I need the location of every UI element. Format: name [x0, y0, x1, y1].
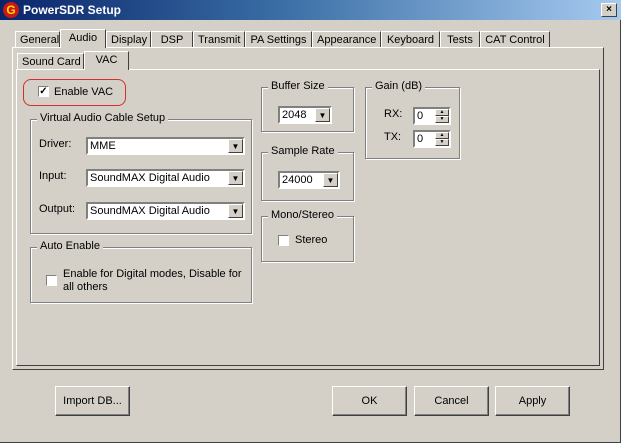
auto-enable-checkbox[interactable] — [46, 275, 57, 286]
import-db-button[interactable]: Import DB... — [55, 386, 130, 416]
subtab-sound-card[interactable]: Sound Card — [17, 53, 84, 69]
tab-general[interactable]: General — [15, 31, 60, 47]
rx-gain-value: 0 — [417, 110, 424, 122]
input-label: Input: — [39, 170, 67, 182]
tab-appearance[interactable]: Appearance — [312, 31, 381, 47]
chevron-down-icon[interactable]: ▼ — [315, 108, 330, 122]
tab-tests[interactable]: Tests — [440, 31, 480, 47]
buffer-size-title: Buffer Size — [268, 80, 328, 92]
driver-value: MME — [90, 140, 116, 152]
output-label: Output: — [39, 203, 76, 215]
cancel-button[interactable]: Cancel — [414, 386, 489, 416]
mono-stereo-group: Mono/Stereo Stereo — [261, 209, 354, 262]
subtab-vac[interactable]: VAC — [84, 51, 129, 70]
tab-audio[interactable]: Audio — [60, 29, 106, 48]
driver-label: Driver: — [39, 138, 72, 150]
auto-enable-label: Enable for Digital modes, Disable for al… — [63, 268, 242, 293]
gain-title: Gain (dB) — [372, 80, 426, 92]
spin-down-icon[interactable]: ▼ — [435, 139, 449, 146]
buffer-size-group: Buffer Size 2048 ▼ — [261, 80, 354, 132]
input-select[interactable]: SoundMAX Digital Audio ▼ — [86, 169, 245, 187]
vac-setup-group: Virtual Audio Cable Setup Driver: MME ▼ … — [30, 112, 252, 234]
tab-display[interactable]: Display — [106, 31, 151, 47]
chevron-down-icon[interactable]: ▼ — [323, 173, 338, 187]
rx-gain-label: RX: — [384, 108, 403, 120]
auto-enable-group: Auto Enable Enable for Digital modes, Di… — [30, 240, 252, 303]
tab-keyboard[interactable]: Keyboard — [381, 31, 440, 47]
tx-gain-label: TX: — [384, 131, 402, 143]
stereo-label: Stereo — [295, 234, 328, 246]
tx-gain-value: 0 — [417, 133, 424, 145]
gain-group: Gain (dB) RX: 0 ▲ ▼ TX: 0 ▲ ▼ — [365, 80, 460, 159]
setup-window: G PowerSDR Setup × General Audio Display… — [0, 0, 621, 443]
check-mark-icon: ✓ — [39, 86, 48, 97]
enable-vac-checkbox[interactable]: ✓ — [38, 86, 49, 97]
ok-button[interactable]: OK — [332, 386, 407, 416]
rx-gain-spinner[interactable]: 0 ▲ ▼ — [413, 107, 451, 125]
tab-transmit[interactable]: Transmit — [193, 31, 245, 47]
input-value: SoundMAX Digital Audio — [90, 172, 210, 184]
buffer-size-value: 2048 — [282, 109, 307, 121]
enable-vac-label: Enable VAC — [54, 86, 114, 98]
spin-up-icon[interactable]: ▲ — [435, 109, 449, 116]
window-title: PowerSDR Setup — [23, 3, 122, 17]
tab-pa-settings[interactable]: PA Settings — [245, 31, 312, 47]
mono-stereo-title: Mono/Stereo — [268, 209, 337, 221]
close-button[interactable]: × — [601, 3, 617, 17]
sample-rate-select[interactable]: 24000 ▼ — [278, 171, 340, 189]
apply-button[interactable]: Apply — [495, 386, 570, 416]
output-select[interactable]: SoundMAX Digital Audio ▼ — [86, 202, 245, 220]
spin-down-icon[interactable]: ▼ — [435, 116, 449, 123]
driver-select[interactable]: MME ▼ — [86, 137, 245, 155]
tx-gain-spinner[interactable]: 0 ▲ ▼ — [413, 130, 451, 148]
tab-dsp[interactable]: DSP — [151, 31, 193, 47]
sample-rate-value: 24000 — [282, 174, 313, 186]
chevron-down-icon[interactable]: ▼ — [228, 139, 243, 153]
tab-cat-control[interactable]: CAT Control — [480, 31, 550, 47]
title-bar[interactable]: G PowerSDR Setup × — [0, 0, 621, 20]
sample-rate-title: Sample Rate — [268, 145, 338, 157]
app-icon: G — [3, 2, 19, 18]
chevron-down-icon[interactable]: ▼ — [228, 204, 243, 218]
sample-rate-group: Sample Rate 24000 ▼ — [261, 145, 354, 201]
vac-setup-title: Virtual Audio Cable Setup — [37, 112, 169, 124]
spin-up-icon[interactable]: ▲ — [435, 132, 449, 139]
auto-enable-title: Auto Enable — [37, 240, 103, 252]
buffer-size-select[interactable]: 2048 ▼ — [278, 106, 332, 124]
stereo-checkbox[interactable] — [278, 235, 289, 246]
vac-panel: ✓ Enable VAC Virtual Audio Cable Setup D… — [16, 69, 600, 366]
chevron-down-icon[interactable]: ▼ — [228, 171, 243, 185]
output-value: SoundMAX Digital Audio — [90, 205, 210, 217]
